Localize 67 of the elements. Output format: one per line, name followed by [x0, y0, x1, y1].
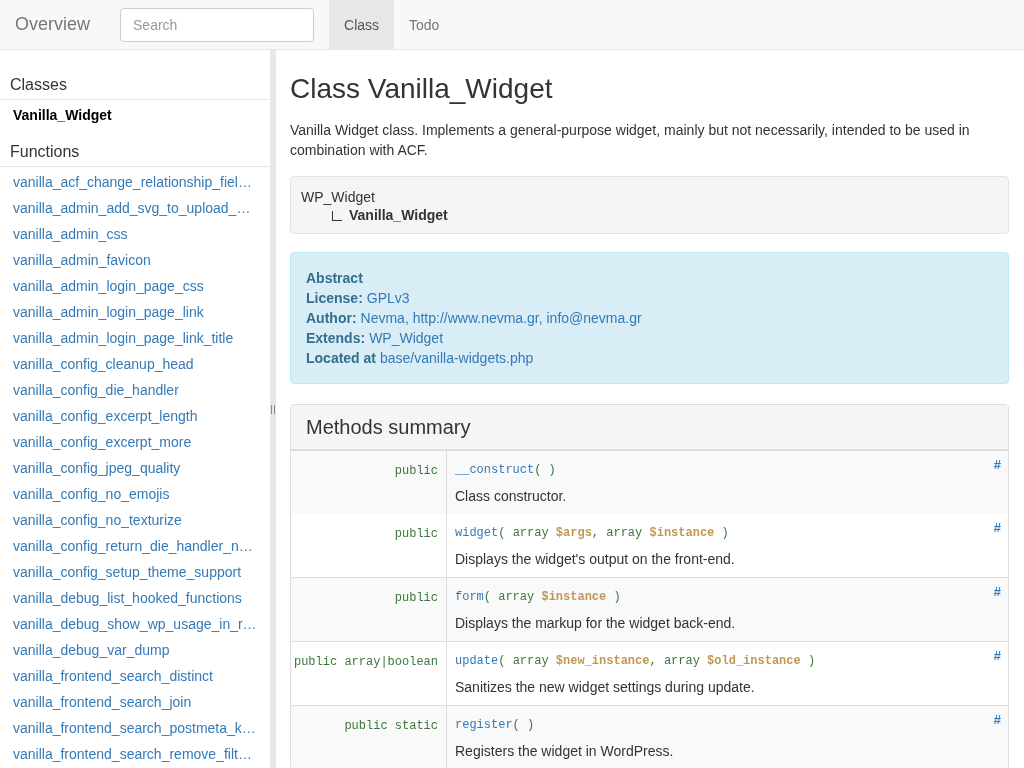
method-modifiers: public array|boolean [293, 655, 438, 669]
current-class: Vanilla_Widget [349, 206, 448, 224]
info-value: base/vanilla-widgets.php [380, 349, 534, 368]
nav-tab[interactable]: Todo [394, 0, 455, 49]
sidebar-link[interactable]: vanilla_config_excerpt_more [0, 429, 205, 455]
sidebar-link[interactable]: vanilla_frontend_search_join [0, 689, 205, 715]
sidebar-link[interactable]: vanilla_admin_login_page_link_title [0, 325, 247, 351]
splitter-handle[interactable] [270, 50, 276, 768]
nav-tab[interactable]: Class [329, 0, 395, 49]
sidebar-link[interactable]: vanilla_admin_add_svg_to_upload_… [0, 195, 264, 221]
method-description: Displays the markup for the widget back-end. [455, 614, 736, 633]
section-heading: Functions [0, 142, 270, 167]
method-modifiers: public [394, 464, 438, 478]
info-label: License: [306, 289, 363, 308]
sidebar-link[interactable]: vanilla_config_jpeg_quality [0, 455, 194, 481]
anchor-link[interactable]: # [993, 584, 1001, 599]
sidebar-link[interactable]: vanilla_config_no_texturize [0, 507, 195, 533]
info-label: Located at [306, 349, 376, 368]
method-description: Class constructor. [455, 487, 567, 506]
sidebar-link[interactable]: Vanilla_Widget [0, 102, 125, 128]
sidebar-link[interactable]: vanilla_frontend_search_remove_filt… [0, 741, 265, 767]
panel-heading: Methods summary [291, 405, 1008, 450]
grip-icon [271, 404, 275, 414]
info-heading: Abstract [306, 269, 363, 288]
info-value: Nevma, http://www.nevma.gr, info@nevma.gr [360, 309, 642, 328]
method-signature[interactable]: update( array $new_instance, array $old_instance ) [455, 652, 816, 670]
sidebar-link[interactable]: vanilla_frontend_search_distinct [0, 663, 226, 689]
info-label: Author: [306, 309, 357, 328]
anchor-link[interactable]: # [993, 648, 1001, 663]
method-signature[interactable]: widget( array $args, array $instance ) [455, 524, 729, 542]
method-signature[interactable]: register( ) [455, 716, 535, 734]
method-signature[interactable]: __construct( ) [455, 461, 556, 479]
info-value: WP_Widget [369, 329, 444, 348]
section-heading: Classes [0, 75, 270, 100]
anchor-link[interactable]: # [993, 457, 1001, 472]
sidebar-link[interactable]: vanilla_config_excerpt_length [0, 403, 211, 429]
sidebar-link[interactable]: vanilla_config_return_die_handler_n… [0, 533, 266, 559]
sidebar-link[interactable]: vanilla_config_no_emojis [0, 481, 183, 507]
parent-class: WP_Widget [301, 188, 375, 206]
sidebar-link[interactable]: vanilla_frontend_search_postmeta_k… [0, 715, 269, 741]
search-field[interactable]: Search [120, 7, 314, 42]
sidebar-link[interactable]: vanilla_admin_login_page_css [0, 273, 217, 299]
sidebar-link[interactable]: vanilla_debug_var_dump [0, 637, 183, 663]
method-description: Sanitizes the new widget settings during update. [455, 678, 755, 697]
info-label: Extends: [306, 329, 366, 348]
sidebar-link[interactable]: vanilla_admin_login_page_link [0, 299, 217, 325]
sidebar-link[interactable]: vanilla_admin_favicon [0, 247, 164, 273]
sidebar-link[interactable]: vanilla_debug_show_wp_usage_in_r… [0, 611, 270, 637]
anchor-link[interactable]: # [993, 712, 1001, 727]
method-modifiers: public [394, 527, 438, 541]
method-description: Displays the widget's output on the front-end. [455, 550, 735, 569]
method-modifiers: public static [344, 719, 438, 733]
method-modifiers: public [394, 591, 438, 605]
sidebar-link[interactable]: vanilla_debug_list_hooked_functions [0, 585, 255, 611]
method-signature[interactable]: form( array $instance ) [455, 588, 621, 606]
method-description: Registers the widget in WordPress. [455, 742, 674, 761]
sidebar-link[interactable]: vanilla_acf_change_relationship_fiel… [0, 169, 265, 195]
sidebar-link[interactable]: vanilla_config_setup_theme_support [0, 559, 255, 585]
sidebar-link[interactable]: vanilla_admin_css [0, 221, 141, 247]
tree-corner-icon [332, 211, 342, 221]
sidebar-link[interactable]: vanilla_config_cleanup_head [0, 351, 207, 377]
page-title: Class Vanilla_Widget [290, 72, 554, 106]
sidebar-link[interactable]: vanilla_config_die_handler [0, 377, 192, 403]
class-description: Vanilla Widget class. Implements a general-purpose widget, mainly but not necessarily, intended to be used in combination with ACF. [290, 121, 971, 160]
anchor-link[interactable]: # [993, 520, 1001, 535]
info-value: GPLv3 [366, 289, 410, 308]
brand-link[interactable]: Overview [0, 0, 105, 49]
